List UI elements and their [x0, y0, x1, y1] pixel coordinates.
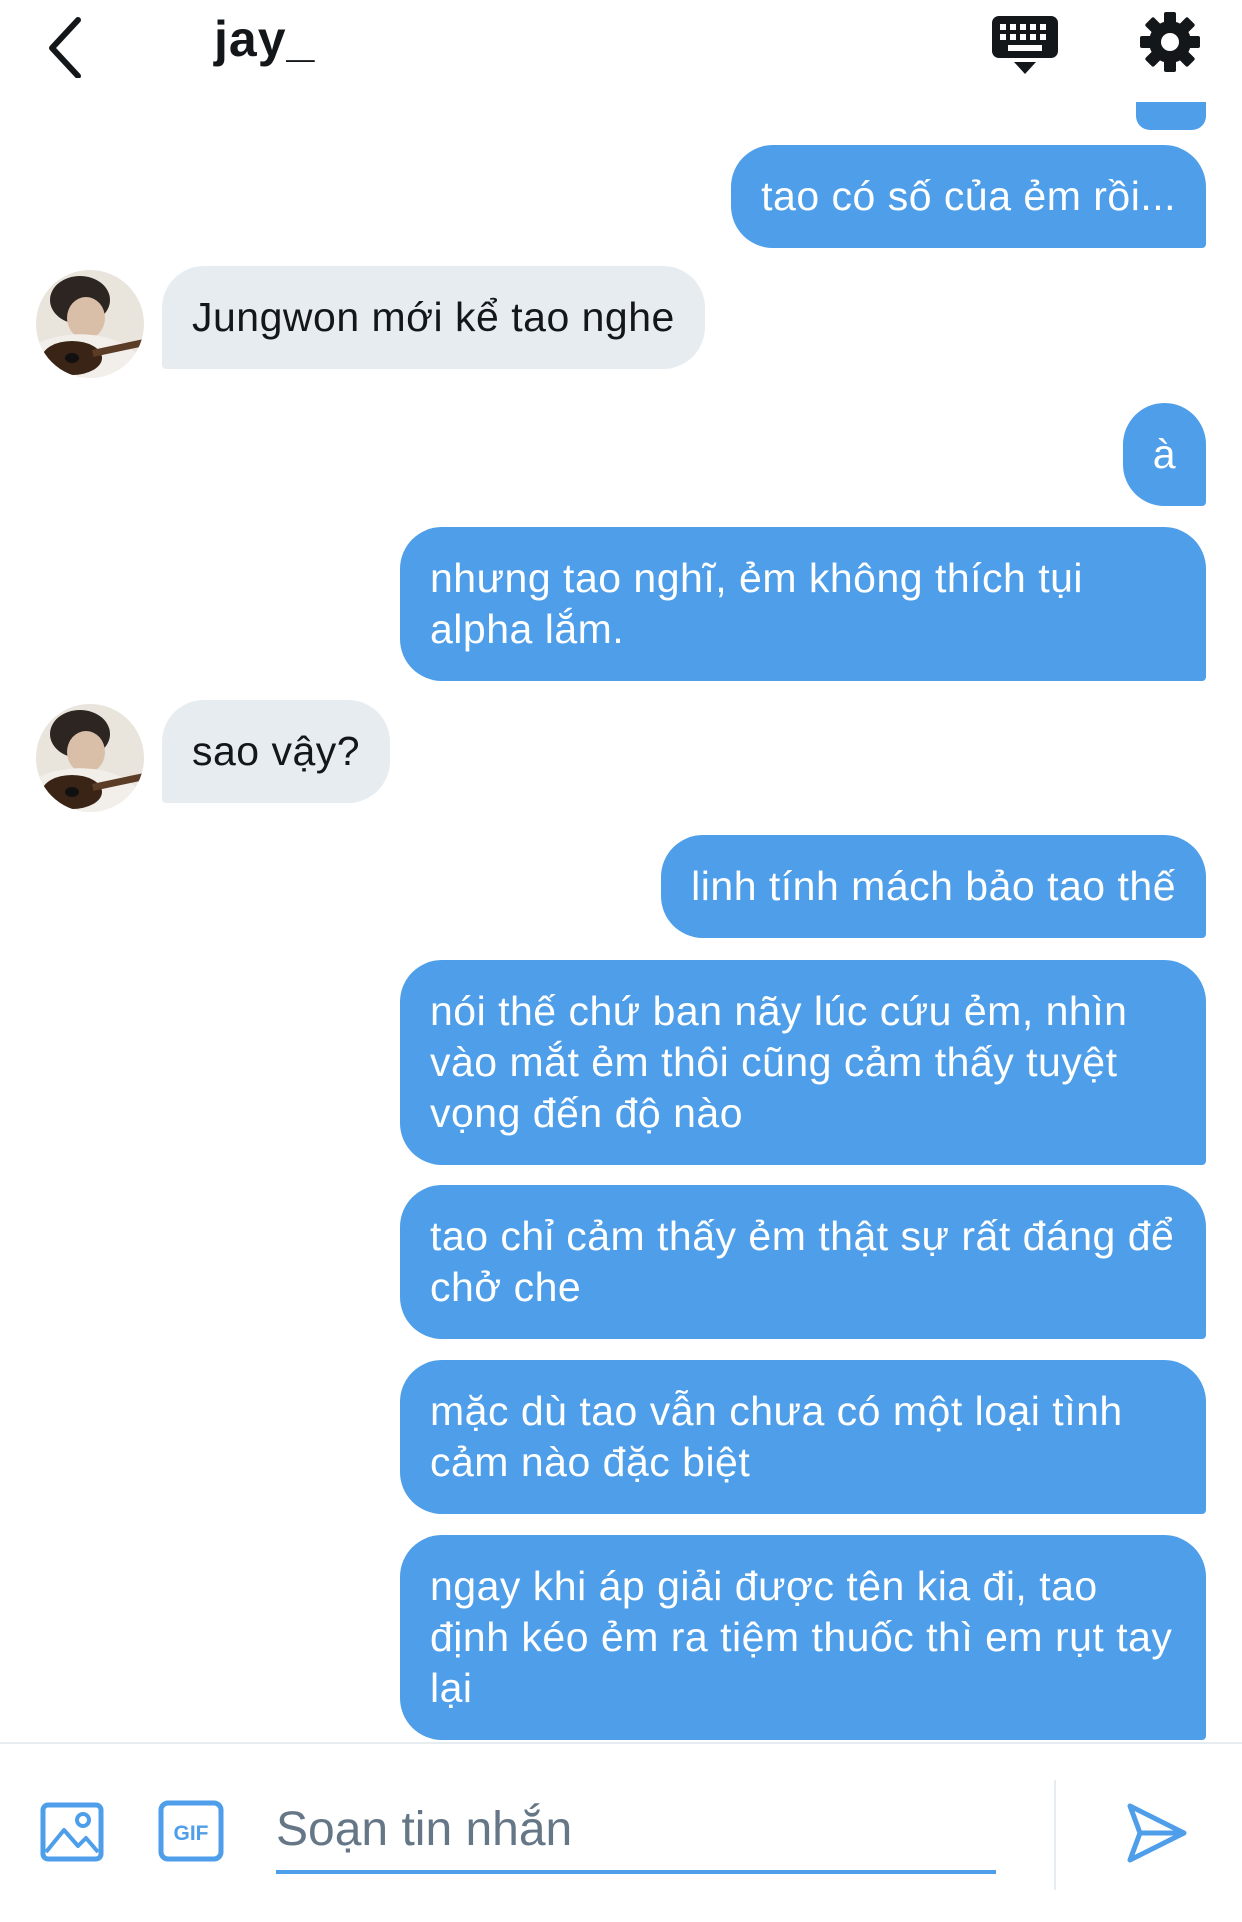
message-bubble-outgoing[interactable]: mặc dù tao vẫn chưa có một loại tình cảm…	[400, 1360, 1206, 1514]
message-bubble-outgoing[interactable]: nói thế chứ ban nãy lúc cứu ẻm, nhìn vào…	[400, 960, 1206, 1165]
message-bubble-incoming[interactable]: sao vậy?	[162, 700, 391, 803]
keyboard-icon[interactable]	[990, 12, 1060, 76]
send-icon[interactable]	[1124, 1800, 1190, 1866]
message-thread[interactable]: tao có số của ẻm rồi... Jungwon mới kể t…	[0, 0, 1242, 1740]
avatar[interactable]	[36, 704, 144, 812]
message-composer: GIF Soạn tin nhắn	[0, 1742, 1242, 1922]
message-bubble-outgoing[interactable]: ngay khi áp giải được tên kia đi, tao đị…	[400, 1535, 1206, 1740]
message-bubble-outgoing[interactable]: tao chỉ cảm thấy ẻm thật sự rất đáng để …	[400, 1185, 1206, 1339]
message-bubble-outgoing[interactable]: tao có số của ẻm rồi...	[731, 145, 1206, 248]
message-bubble-incoming[interactable]: Jungwon mới kể tao nghe	[162, 266, 705, 369]
previous-message-bubble	[1136, 102, 1206, 130]
message-bubble-outgoing[interactable]: à	[1122, 403, 1206, 506]
message-bubble-outgoing[interactable]: linh tính mách bảo tao thế	[661, 835, 1206, 938]
conversation-title: jay_	[214, 11, 316, 67]
message-input[interactable]: Soạn tin nhắn	[276, 1790, 996, 1874]
image-icon[interactable]	[40, 1800, 104, 1864]
avatar[interactable]	[36, 270, 144, 378]
gif-label: GIF	[174, 1822, 209, 1845]
gif-icon[interactable]: GIF	[158, 1800, 224, 1862]
gear-icon[interactable]	[1138, 10, 1202, 74]
divider	[1054, 1780, 1056, 1890]
conversation-header: jay_	[0, 0, 1242, 100]
chevron-left-icon[interactable]	[38, 8, 98, 79]
message-bubble-outgoing[interactable]: nhưng tao nghĩ, ẻm không thích tụi alpha…	[400, 527, 1206, 681]
